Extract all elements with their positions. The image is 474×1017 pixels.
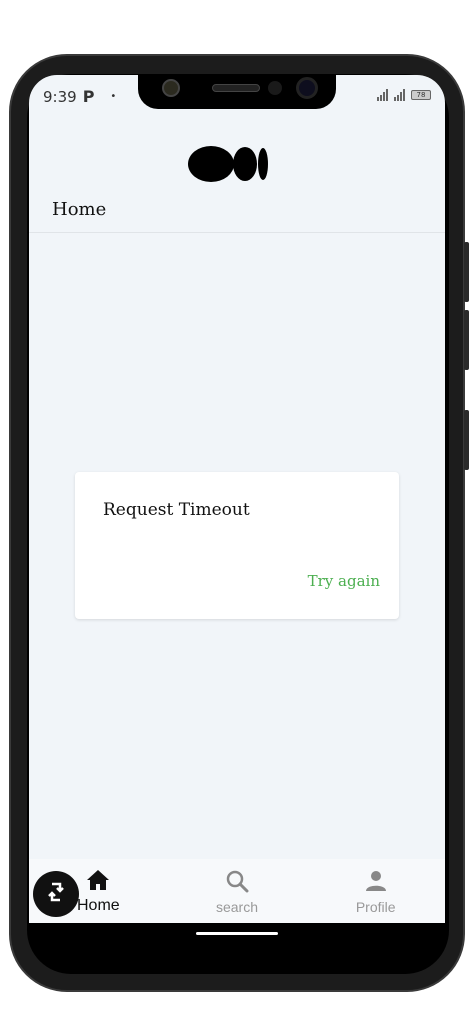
home-icon — [86, 869, 110, 895]
error-dialog: Request Timeout Try again — [75, 472, 399, 619]
signal-icon — [394, 89, 405, 101]
status-time: 9:39 — [43, 87, 77, 106]
battery-icon: 78 — [411, 90, 431, 100]
search-icon — [225, 869, 249, 897]
page-title: Home — [52, 199, 107, 220]
nav-label-profile: Profile — [355, 899, 396, 915]
status-bar-right: 78 — [377, 89, 431, 101]
try-again-button[interactable]: Try again — [308, 572, 380, 590]
power-button — [464, 242, 469, 302]
signal-icon — [377, 89, 388, 101]
rotate-screen-button[interactable] — [33, 871, 79, 917]
parking-app-icon: P — [82, 87, 95, 106]
nav-item-profile[interactable]: Profile — [306, 859, 445, 923]
nav-label-home: Home — [76, 897, 120, 914]
camera-notch — [138, 75, 336, 109]
home-indicator[interactable] — [196, 932, 278, 935]
rotate-icon — [46, 880, 66, 908]
profile-icon — [364, 869, 388, 897]
notification-dot: • — [110, 91, 117, 102]
app-screen: 9:39 P • 78 Home Request Timeout Try aga… — [29, 75, 445, 923]
header-divider — [29, 232, 445, 233]
volume-up-button — [464, 310, 469, 370]
volume-down-button — [464, 410, 469, 470]
medium-logo-icon — [187, 145, 271, 187]
status-bar-left: 9:39 P • — [43, 87, 116, 106]
bottom-navigation: Home search Profile — [29, 859, 445, 923]
error-message: Request Timeout — [103, 500, 250, 520]
nav-label-search: search — [215, 899, 259, 915]
nav-item-search[interactable]: search — [168, 859, 307, 923]
